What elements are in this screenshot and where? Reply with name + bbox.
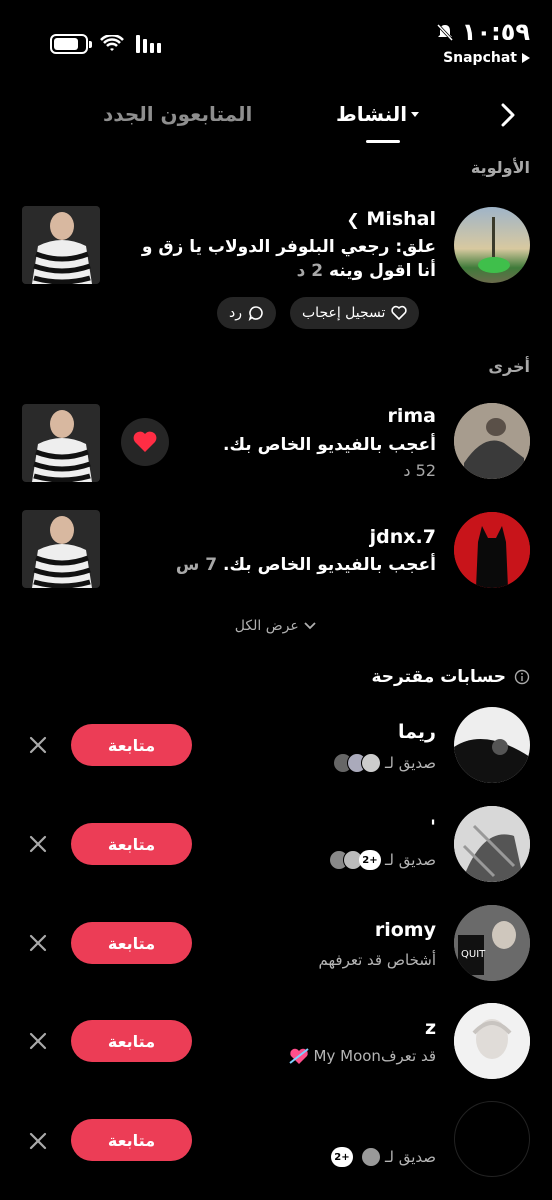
avatar[interactable] xyxy=(454,403,530,479)
reply-button[interactable]: رد xyxy=(217,297,276,329)
account-name[interactable]: riomy xyxy=(375,919,436,941)
section-suggested-title: حسابات مقترحة xyxy=(371,667,530,687)
chevron-down-icon xyxy=(304,622,316,630)
bell-muted-icon xyxy=(436,23,453,41)
mutual-avatars: 2+ xyxy=(328,850,381,870)
suggested-account[interactable]: ' صديق لـ 2+ متابعة xyxy=(0,806,552,886)
show-all-button[interactable]: عرض الكل xyxy=(0,618,552,634)
wifi-icon xyxy=(100,35,124,51)
mutual-friends: صديق لـ 2+ xyxy=(328,850,436,870)
close-icon[interactable] xyxy=(28,1031,48,1051)
mutual-friends: صديق لـ 2+ xyxy=(330,1147,436,1167)
tab-underline xyxy=(366,140,400,143)
follow-button[interactable]: متابعة xyxy=(71,1119,192,1161)
follow-button[interactable]: متابعة xyxy=(71,922,192,964)
header: المتابعون الجدد النشاط xyxy=(0,92,552,148)
section-priority-title: الأولوية xyxy=(470,158,530,177)
close-icon[interactable] xyxy=(28,933,48,953)
account-name[interactable]: ريما xyxy=(398,721,436,743)
notification-row[interactable]: rima أعجب بالفيديو الخاص بك. 52 د xyxy=(0,403,552,485)
heart-filled-icon xyxy=(133,431,157,452)
account-name[interactable]: ' xyxy=(430,816,436,838)
mutual-avatars: 2+ xyxy=(330,1147,381,1167)
avatar[interactable] xyxy=(454,707,530,783)
svg-text:QUIT: QUIT xyxy=(461,949,486,960)
play-arrow-icon xyxy=(522,53,530,63)
heart-outline-icon xyxy=(391,305,408,321)
like-comment-button[interactable]: تسجيل إعجاب xyxy=(290,297,420,329)
follow-button[interactable]: متابعة xyxy=(71,724,192,766)
tab-new-followers[interactable]: المتابعون الجدد xyxy=(103,102,252,126)
avatar[interactable] xyxy=(454,806,530,882)
suggested-account[interactable]: ريما صديق لـ متابعة xyxy=(0,707,552,787)
post-thumbnail[interactable] xyxy=(22,510,100,588)
username[interactable]: rima xyxy=(387,405,436,427)
close-icon[interactable] xyxy=(28,834,48,854)
suggested-account[interactable]: QUIT riomy أشخاص قد تعرفهم متابعة xyxy=(0,905,552,985)
timestamp: 7 س xyxy=(175,555,218,575)
avatar[interactable] xyxy=(454,1101,530,1177)
timestamp: 52 د xyxy=(403,461,436,480)
follow-button[interactable]: متابعة xyxy=(71,1020,192,1062)
tab-activity[interactable]: النشاط xyxy=(336,102,420,126)
chevron-down-icon xyxy=(411,111,420,117)
avatar[interactable] xyxy=(454,1003,530,1079)
account-subtitle: قد تعرفMy Moon xyxy=(288,1047,436,1065)
avatar[interactable]: QUIT xyxy=(454,905,530,981)
signal-icon xyxy=(136,35,161,53)
close-icon[interactable] xyxy=(28,1131,48,1151)
follow-button[interactable]: متابعة xyxy=(71,823,192,865)
timestamp: 2 د xyxy=(296,261,324,281)
mutual-avatars xyxy=(332,753,381,773)
status-bar: ١٠:٥٩ Snapchat xyxy=(0,0,552,70)
heart-arrow-icon xyxy=(288,1048,309,1064)
username-row[interactable]: ❮ Mishal xyxy=(346,208,436,230)
close-icon[interactable] xyxy=(28,735,48,755)
section-other-title: أخرى xyxy=(488,357,530,376)
priority-notification[interactable]: ❮ Mishal علق: رجعي البلوفر الدولاب يا زق… xyxy=(0,205,552,335)
post-thumbnail[interactable] xyxy=(22,404,100,482)
info-icon[interactable] xyxy=(514,669,530,685)
back-to-app[interactable]: Snapchat xyxy=(436,50,530,66)
battery-icon xyxy=(50,34,92,54)
account-name[interactable]: z xyxy=(425,1017,436,1039)
notification-message: علق: رجعي البلوفر الدولاب يا زق و أنا اق… xyxy=(141,237,436,281)
suggested-account[interactable]: z قد تعرفMy Moon متابعة xyxy=(0,1003,552,1083)
account-subtitle: أشخاص قد تعرفهم xyxy=(318,951,436,969)
avatar[interactable] xyxy=(454,207,530,283)
back-arrow-icon[interactable] xyxy=(492,100,522,130)
notification-row[interactable]: jdnx.7 أعجب بالفيديو الخاص بك. 7 س xyxy=(0,510,552,592)
post-thumbnail[interactable] xyxy=(22,206,100,284)
username[interactable]: jdnx.7 xyxy=(370,526,436,548)
notification-message: أعجب بالفيديو الخاص بك. xyxy=(222,435,436,455)
suggested-account[interactable]: صديق لـ 2+ متابعة xyxy=(0,1101,552,1181)
avatar[interactable] xyxy=(454,512,530,588)
notification-message: أعجب بالفيديو الخاص بك. 7 س xyxy=(175,555,436,575)
mutual-friends: صديق لـ xyxy=(332,753,436,773)
clock: ١٠:٥٩ xyxy=(461,18,530,46)
angel-wing-icon: ❮ xyxy=(346,210,360,229)
chat-bubble-icon xyxy=(248,306,263,321)
like-button[interactable] xyxy=(121,418,169,466)
